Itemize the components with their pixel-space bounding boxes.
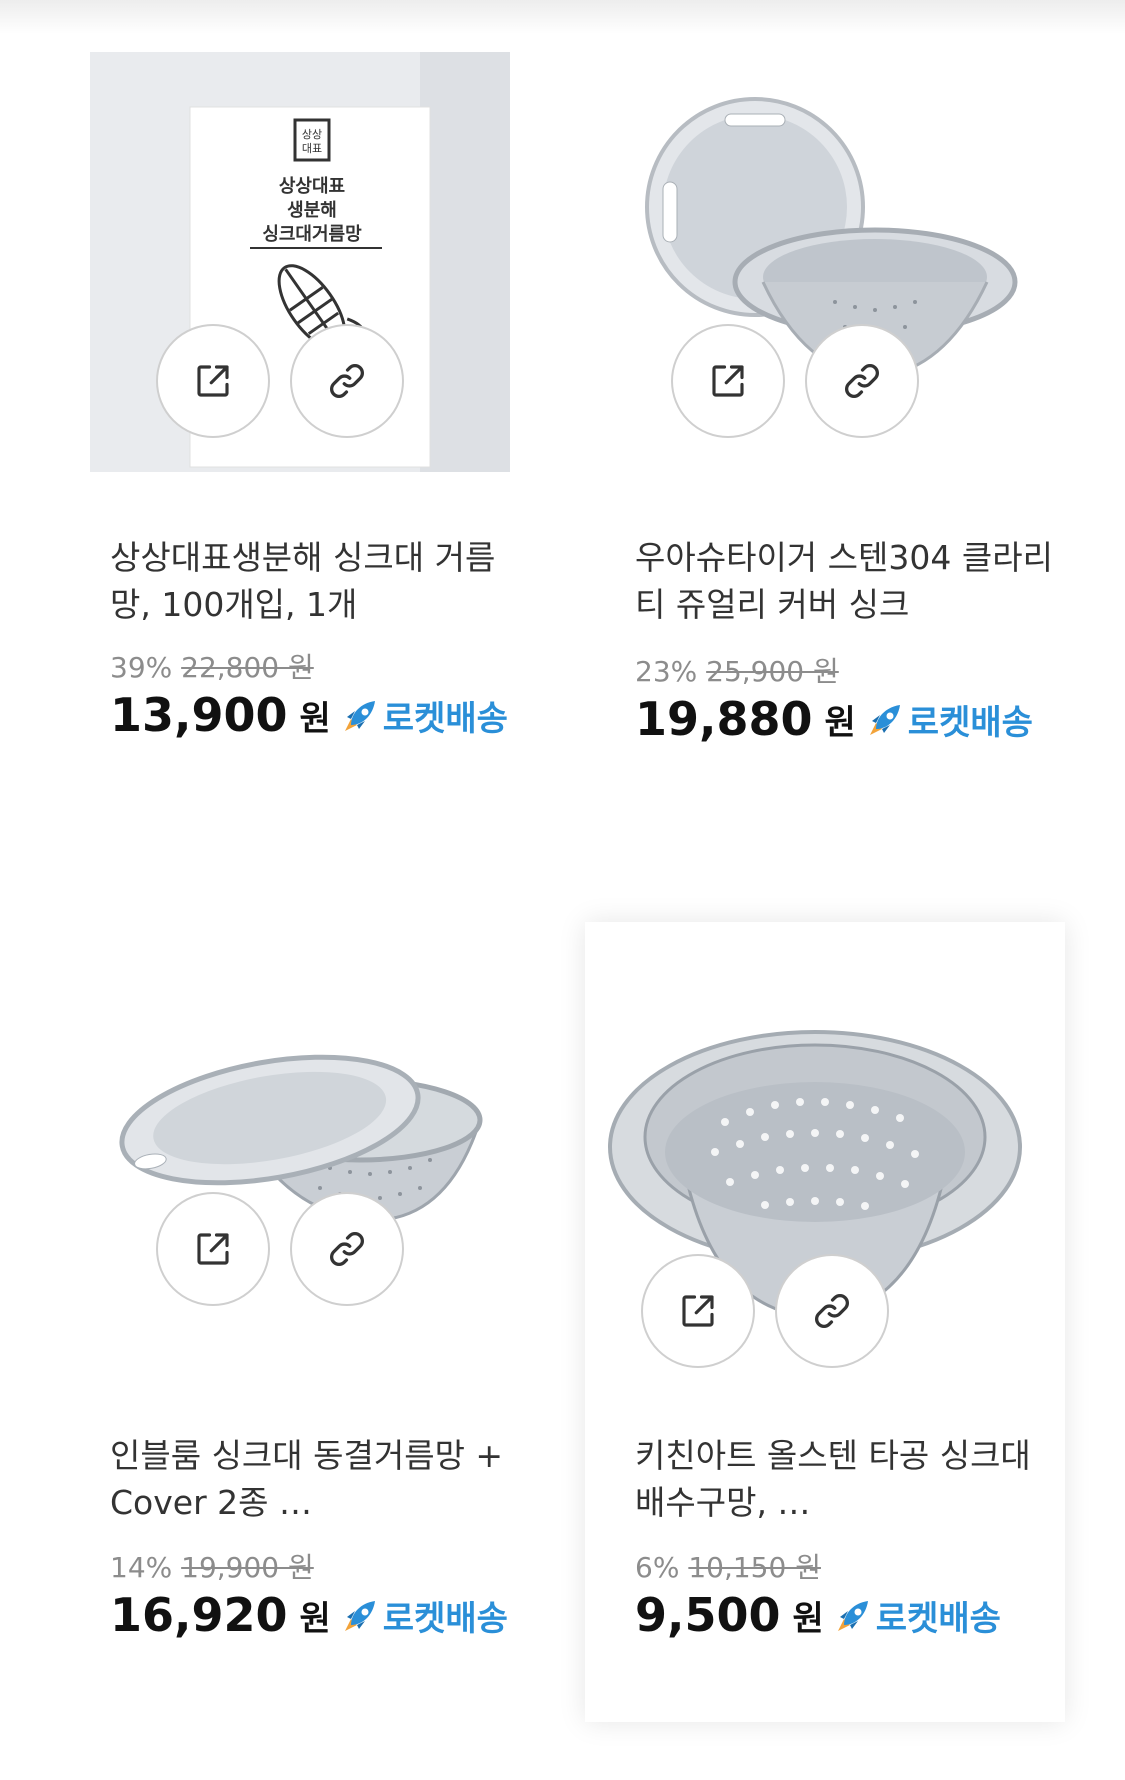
open-new-window-button[interactable] [671, 324, 785, 438]
original-price: 10,150 원 [688, 1551, 821, 1584]
sale-price: 13,900 [110, 688, 288, 742]
rocket-delivery-label: 로켓배송 [382, 698, 508, 739]
link-icon [330, 364, 364, 398]
link-icon [815, 1294, 849, 1328]
rocket-icon [344, 701, 375, 731]
discount-info: 23% 25,900 원 [635, 650, 839, 690]
sale-price: 19,880 [635, 692, 813, 746]
product-card[interactable]: 우아슈타이거 스텐304 클라리티 쥬얼리 커버 싱크 23% 25,900 원… [585, 52, 1065, 912]
product-title[interactable]: 우아슈타이거 스텐304 클라리티 쥬얼리 커버 싱크 [635, 534, 1055, 628]
svg-text:상상: 상상 [302, 128, 322, 141]
price-row: 9,500 원 로켓배송 [635, 1588, 1001, 1642]
sale-price: 16,920 [110, 1588, 288, 1642]
currency: 원 [299, 1598, 331, 1639]
sale-price: 9,500 [635, 1588, 781, 1642]
box-line-1: 상상대표 [279, 176, 345, 197]
discount-info: 6% 10,150 원 [635, 1546, 821, 1586]
product-card[interactable]: 키친아트 올스텐 타공 싱크대 배수구망, … 6% 10,150 원 9,50… [585, 922, 1065, 1722]
price-row: 13,900 원 로켓배송 [110, 688, 508, 742]
copy-link-button[interactable] [775, 1254, 889, 1368]
product-title[interactable]: 키친아트 올스텐 타공 싱크대 배수구망, … [635, 1432, 1055, 1526]
rocket-icon [344, 1601, 375, 1631]
box-line-3: 싱크대거름망 [262, 224, 362, 245]
rocket-icon [837, 1601, 868, 1631]
copy-link-button[interactable] [290, 324, 404, 438]
product-title[interactable]: 인블룸 싱크대 동결거름망 + Cover 2종 … [110, 1432, 530, 1526]
discount-info: 39% 22,800 원 [110, 646, 314, 686]
price-row: 16,920 원 로켓배송 [110, 1588, 508, 1642]
currency: 원 [824, 702, 856, 743]
product-title[interactable]: 상상대표생분해 싱크대 거름망, 100개입, 1개 [110, 534, 530, 628]
discount-info: 14% 19,900 원 [110, 1546, 314, 1586]
original-price: 25,900 원 [706, 655, 839, 688]
top-shadow [0, 0, 1125, 34]
external-link-icon [197, 1233, 229, 1265]
price-row: 19,880 원 로켓배송 [635, 692, 1033, 746]
currency: 원 [299, 698, 331, 739]
rocket-delivery-label: 로켓배송 [907, 702, 1033, 743]
rocket-icon [869, 705, 900, 735]
open-new-window-button[interactable] [641, 1254, 755, 1368]
open-new-window-button[interactable] [156, 324, 270, 438]
link-icon [330, 1232, 364, 1266]
rocket-delivery-label: 로켓배송 [875, 1598, 1001, 1639]
discount-rate: 23% [635, 655, 698, 688]
rocket-delivery-label: 로켓배송 [382, 1598, 508, 1639]
box-line-2: 생분해 [287, 200, 337, 221]
external-link-icon [197, 365, 229, 397]
copy-link-button[interactable] [805, 324, 919, 438]
discount-rate: 39% [110, 651, 173, 684]
copy-link-button[interactable] [290, 1192, 404, 1306]
discount-rate: 6% [635, 1551, 680, 1584]
product-card[interactable]: 상상 대표 상상대표 생분해 싱크대거름망 상상대표생분해 싱크대 거름망, 1… [70, 52, 550, 912]
currency: 원 [792, 1598, 824, 1639]
original-price: 19,900 원 [181, 1551, 314, 1584]
external-link-icon [682, 1295, 714, 1327]
open-new-window-button[interactable] [156, 1192, 270, 1306]
link-icon [845, 364, 879, 398]
svg-text:대표: 대표 [302, 142, 322, 155]
product-card[interactable]: 인블룸 싱크대 동결거름망 + Cover 2종 … 14% 19,900 원 … [70, 920, 550, 1780]
external-link-icon [712, 365, 744, 397]
original-price: 22,800 원 [181, 651, 314, 684]
discount-rate: 14% [110, 1551, 173, 1584]
